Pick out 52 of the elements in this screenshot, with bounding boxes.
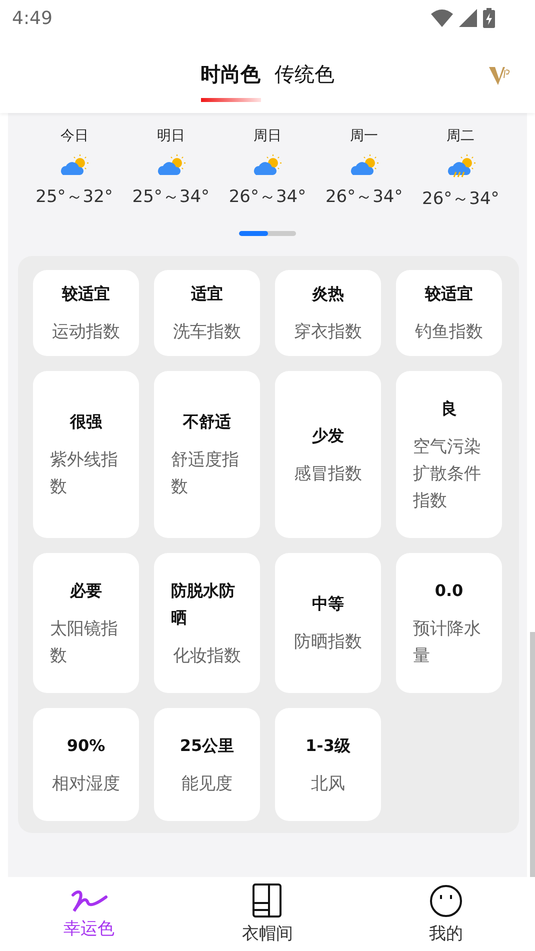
signal-icon: [459, 9, 477, 27]
index-label: 洗车指数: [173, 321, 241, 344]
index-label: 紫外线指数: [50, 449, 119, 499]
index-label: 化妆指数: [173, 644, 241, 668]
index-label: 舒适度指数: [171, 449, 240, 499]
index-label: 北风: [311, 772, 345, 796]
nav-tab[interactable]: 衣帽间: [178, 877, 357, 951]
index-label: 相对湿度: [52, 772, 120, 796]
nav-tab[interactable]: 我的: [356, 877, 535, 951]
day-label: 周一: [350, 127, 378, 145]
index-value: 不舒适: [183, 411, 231, 433]
index-value: 良: [441, 398, 457, 420]
index-label: 穿衣指数: [294, 321, 362, 344]
index-label: 感冒指数: [294, 462, 362, 486]
squiggle-icon: [70, 888, 108, 912]
battery-icon: [483, 8, 495, 28]
index-value: 25公里: [180, 734, 234, 756]
index-value: 少发: [312, 424, 344, 446]
index-label: 太阳镜指数: [50, 618, 119, 668]
status-time: 4:49: [12, 8, 52, 28]
day-label: 今日: [60, 127, 88, 145]
wifi-icon: [431, 9, 453, 27]
index-value: 必要: [70, 580, 102, 602]
day-label: 周二: [446, 127, 475, 145]
index-label: 防晒指数: [294, 631, 362, 654]
index-label: 预计降水量: [413, 618, 482, 668]
face-icon: [428, 884, 463, 918]
index-label: 空气污染扩散条件指数: [413, 436, 482, 512]
temperature-range: 25°～32°: [36, 186, 113, 208]
day-label: 周日: [253, 127, 282, 145]
index-value: 炎热: [312, 283, 344, 305]
temperature-range: 26°～34°: [422, 188, 500, 210]
category-tab[interactable]: 传统色: [274, 61, 334, 102]
wardrobe-icon: [252, 883, 282, 918]
temperature-range: 26°～34°: [228, 186, 306, 208]
day-label: 明日: [156, 127, 185, 145]
index-label: 运动指数: [52, 321, 120, 344]
index-label: 钓鱼指数: [415, 321, 483, 344]
temperature-range: 25°～34°: [132, 186, 210, 208]
index-value: 0.0: [434, 580, 464, 602]
index-value: 较适宜: [425, 283, 473, 305]
index-value: 中等: [312, 593, 344, 615]
index-value: 适宜: [191, 283, 223, 305]
nav-tab[interactable]: 幸运色: [0, 877, 178, 951]
index-label: 能见度: [182, 772, 232, 796]
category-tab[interactable]: 时尚色: [200, 61, 260, 102]
index-value: 较适宜: [62, 283, 110, 305]
index-value: 90%: [66, 734, 106, 756]
index-value: 防脱水防晒: [171, 580, 236, 628]
index-value: 1-3级: [306, 734, 350, 756]
temperature-range: 26°～34°: [325, 186, 403, 208]
index-value: 很强: [70, 411, 102, 433]
